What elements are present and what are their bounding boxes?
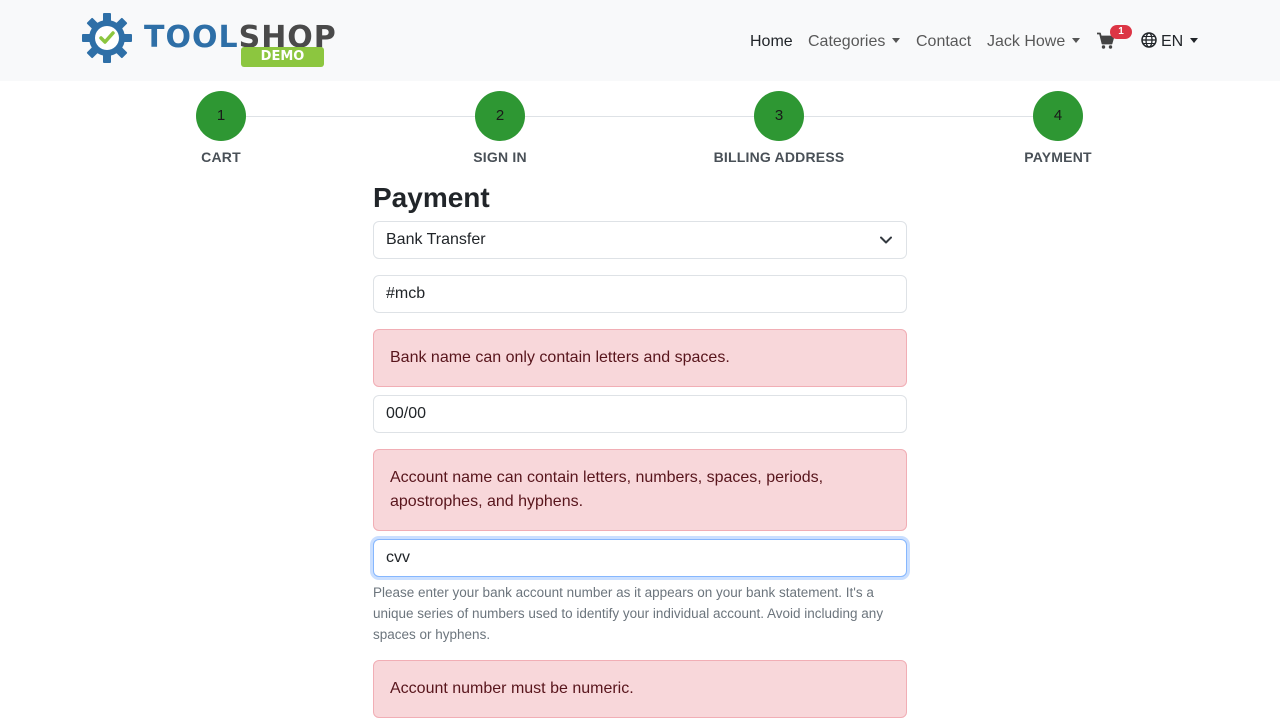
account-name-input[interactable]: 00/00 xyxy=(373,395,907,433)
step-number: 4 xyxy=(1033,91,1083,141)
step-label: PAYMENT xyxy=(1024,149,1092,165)
nav-user-menu[interactable]: Jack Howe xyxy=(987,30,1081,54)
nav-home-link[interactable]: Home xyxy=(750,30,793,54)
caret-down-icon xyxy=(892,38,901,43)
bank-name-input[interactable]: #mcb xyxy=(373,275,907,313)
step-number: 1 xyxy=(196,91,246,141)
chevron-down-icon xyxy=(880,236,892,244)
page-title: Payment xyxy=(373,182,490,213)
cart-count-badge: 1 xyxy=(1110,25,1132,39)
payment-method-select[interactable]: Bank Transfer xyxy=(373,221,907,259)
step-label: SIGN IN xyxy=(473,149,527,165)
caret-down-icon xyxy=(1072,38,1081,43)
globe-icon xyxy=(1141,32,1157,48)
nav-categories-label: Categories xyxy=(808,33,886,50)
nav-contact-link[interactable]: Contact xyxy=(916,30,971,54)
language-dropdown[interactable]: EN xyxy=(1141,30,1199,54)
step-cart: 1 CART xyxy=(141,91,301,166)
toolshop-logo[interactable]: TOOLSHOP DEMO xyxy=(82,13,336,69)
payment-method-value: Bank Transfer xyxy=(386,231,486,248)
step-label: BILLING ADDRESS xyxy=(713,149,845,165)
language-label: EN xyxy=(1161,33,1184,50)
step-label: CART xyxy=(201,149,241,165)
gear-check-logo-icon xyxy=(82,13,132,63)
nav-categories-dropdown[interactable]: Categories xyxy=(808,30,901,54)
step-number: 3 xyxy=(754,91,804,141)
stepper-line xyxy=(221,116,1059,117)
step-number: 2 xyxy=(475,91,525,141)
account-number-input[interactable]: cvv xyxy=(373,539,907,577)
step-billing-address: 3 BILLING ADDRESS xyxy=(699,91,859,166)
bank-name-error-alert: Bank name can only contain letters and s… xyxy=(373,329,907,387)
account-number-error-alert: Account number must be numeric. xyxy=(373,660,907,718)
top-navbar: TOOLSHOP DEMO Home Categories Contact Ja… xyxy=(0,0,1280,81)
account-name-error-alert: Account name can contain letters, number… xyxy=(373,449,907,531)
step-payment: 4 PAYMENT xyxy=(978,91,1138,166)
step-sign-in: 2 SIGN IN xyxy=(420,91,580,166)
caret-down-icon xyxy=(1190,38,1199,43)
account-number-help-text: Please enter your bank account number as… xyxy=(373,585,884,642)
nav-user-name: Jack Howe xyxy=(987,33,1066,50)
logo-demo-badge: DEMO xyxy=(241,47,324,67)
